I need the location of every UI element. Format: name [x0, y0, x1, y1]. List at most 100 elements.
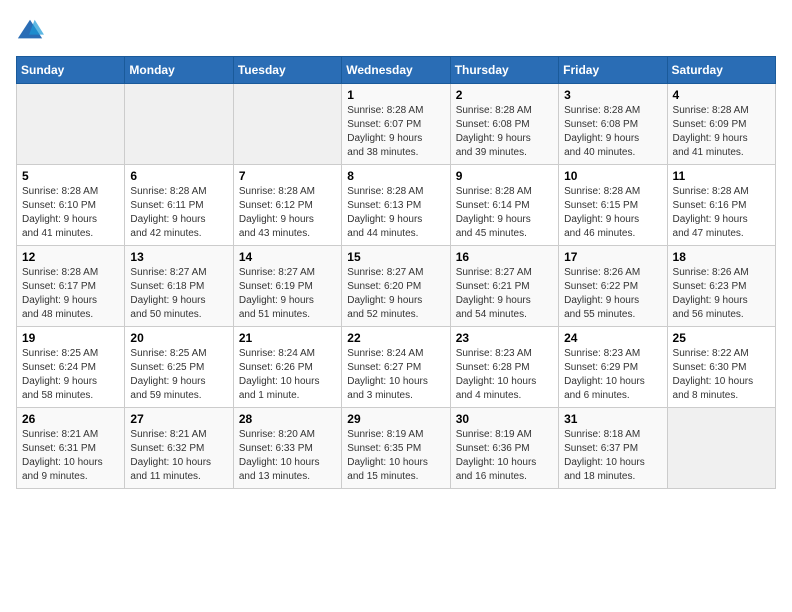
calendar-cell: 31 Sunrise: 8:18 AM Sunset: 6:37 PM Dayli…: [559, 408, 667, 489]
day-info: Sunrise: 8:27 AM Sunset: 6:18 PM Dayligh…: [130, 266, 227, 322]
calendar-week-row: 26 Sunrise: 8:21 AM Sunset: 6:31 PM Dayli…: [17, 408, 776, 489]
calendar-cell: 24 Sunrise: 8:23 AM Sunset: 6:29 PM Dayli…: [559, 327, 667, 408]
calendar-cell: 23 Sunrise: 8:23 AM Sunset: 6:28 PM Dayli…: [450, 327, 558, 408]
calendar-cell: 11 Sunrise: 8:28 AM Sunset: 6:16 PM Dayli…: [667, 165, 775, 246]
day-info: Sunrise: 8:28 AM Sunset: 6:11 PM Dayligh…: [130, 185, 227, 241]
day-info: Sunrise: 8:28 AM Sunset: 6:13 PM Dayligh…: [347, 185, 444, 241]
calendar-cell: [233, 84, 341, 165]
day-info: Sunrise: 8:19 AM Sunset: 6:36 PM Dayligh…: [456, 428, 553, 484]
day-number: 25: [673, 331, 770, 345]
day-number: 23: [456, 331, 553, 345]
day-number: 24: [564, 331, 661, 345]
day-info: Sunrise: 8:24 AM Sunset: 6:26 PM Dayligh…: [239, 347, 336, 403]
calendar-cell: 7 Sunrise: 8:28 AM Sunset: 6:12 PM Daylig…: [233, 165, 341, 246]
calendar-cell: 6 Sunrise: 8:28 AM Sunset: 6:11 PM Daylig…: [125, 165, 233, 246]
day-number: 31: [564, 412, 661, 426]
day-number: 4: [673, 88, 770, 102]
day-info: Sunrise: 8:28 AM Sunset: 6:09 PM Dayligh…: [673, 104, 770, 160]
day-info: Sunrise: 8:18 AM Sunset: 6:37 PM Dayligh…: [564, 428, 661, 484]
day-info: Sunrise: 8:28 AM Sunset: 6:14 PM Dayligh…: [456, 185, 553, 241]
page-header: [16, 16, 776, 44]
weekday-row: SundayMondayTuesdayWednesdayThursdayFrid…: [17, 57, 776, 84]
day-number: 6: [130, 169, 227, 183]
calendar-cell: 12 Sunrise: 8:28 AM Sunset: 6:17 PM Dayli…: [17, 246, 125, 327]
weekday-header: Saturday: [667, 57, 775, 84]
day-number: 17: [564, 250, 661, 264]
calendar-table: SundayMondayTuesdayWednesdayThursdayFrid…: [16, 56, 776, 489]
day-info: Sunrise: 8:24 AM Sunset: 6:27 PM Dayligh…: [347, 347, 444, 403]
day-number: 3: [564, 88, 661, 102]
calendar-cell: 18 Sunrise: 8:26 AM Sunset: 6:23 PM Dayli…: [667, 246, 775, 327]
day-number: 27: [130, 412, 227, 426]
weekday-header: Wednesday: [342, 57, 450, 84]
calendar-cell: 9 Sunrise: 8:28 AM Sunset: 6:14 PM Daylig…: [450, 165, 558, 246]
day-number: 7: [239, 169, 336, 183]
day-info: Sunrise: 8:25 AM Sunset: 6:25 PM Dayligh…: [130, 347, 227, 403]
calendar-cell: 4 Sunrise: 8:28 AM Sunset: 6:09 PM Daylig…: [667, 84, 775, 165]
calendar-cell: 19 Sunrise: 8:25 AM Sunset: 6:24 PM Dayli…: [17, 327, 125, 408]
weekday-header: Sunday: [17, 57, 125, 84]
day-number: 19: [22, 331, 119, 345]
logo: [16, 16, 48, 44]
calendar-week-row: 12 Sunrise: 8:28 AM Sunset: 6:17 PM Dayli…: [17, 246, 776, 327]
day-info: Sunrise: 8:28 AM Sunset: 6:15 PM Dayligh…: [564, 185, 661, 241]
day-number: 28: [239, 412, 336, 426]
calendar-cell: 26 Sunrise: 8:21 AM Sunset: 6:31 PM Dayli…: [17, 408, 125, 489]
calendar-cell: 5 Sunrise: 8:28 AM Sunset: 6:10 PM Daylig…: [17, 165, 125, 246]
day-info: Sunrise: 8:22 AM Sunset: 6:30 PM Dayligh…: [673, 347, 770, 403]
day-number: 14: [239, 250, 336, 264]
calendar-cell: [125, 84, 233, 165]
logo-icon: [16, 16, 44, 44]
day-info: Sunrise: 8:27 AM Sunset: 6:20 PM Dayligh…: [347, 266, 444, 322]
day-info: Sunrise: 8:28 AM Sunset: 6:07 PM Dayligh…: [347, 104, 444, 160]
day-info: Sunrise: 8:27 AM Sunset: 6:19 PM Dayligh…: [239, 266, 336, 322]
day-number: 21: [239, 331, 336, 345]
day-info: Sunrise: 8:28 AM Sunset: 6:12 PM Dayligh…: [239, 185, 336, 241]
day-info: Sunrise: 8:19 AM Sunset: 6:35 PM Dayligh…: [347, 428, 444, 484]
calendar-cell: 1 Sunrise: 8:28 AM Sunset: 6:07 PM Daylig…: [342, 84, 450, 165]
calendar-week-row: 5 Sunrise: 8:28 AM Sunset: 6:10 PM Daylig…: [17, 165, 776, 246]
day-info: Sunrise: 8:20 AM Sunset: 6:33 PM Dayligh…: [239, 428, 336, 484]
calendar-cell: 25 Sunrise: 8:22 AM Sunset: 6:30 PM Dayli…: [667, 327, 775, 408]
day-info: Sunrise: 8:28 AM Sunset: 6:17 PM Dayligh…: [22, 266, 119, 322]
day-info: Sunrise: 8:28 AM Sunset: 6:16 PM Dayligh…: [673, 185, 770, 241]
day-number: 5: [22, 169, 119, 183]
calendar-cell: 14 Sunrise: 8:27 AM Sunset: 6:19 PM Dayli…: [233, 246, 341, 327]
calendar-week-row: 19 Sunrise: 8:25 AM Sunset: 6:24 PM Dayli…: [17, 327, 776, 408]
day-info: Sunrise: 8:27 AM Sunset: 6:21 PM Dayligh…: [456, 266, 553, 322]
day-number: 8: [347, 169, 444, 183]
day-info: Sunrise: 8:26 AM Sunset: 6:23 PM Dayligh…: [673, 266, 770, 322]
day-number: 9: [456, 169, 553, 183]
day-info: Sunrise: 8:23 AM Sunset: 6:28 PM Dayligh…: [456, 347, 553, 403]
day-number: 18: [673, 250, 770, 264]
calendar-cell: 21 Sunrise: 8:24 AM Sunset: 6:26 PM Dayli…: [233, 327, 341, 408]
day-number: 16: [456, 250, 553, 264]
calendar-body: 1 Sunrise: 8:28 AM Sunset: 6:07 PM Daylig…: [17, 84, 776, 489]
calendar-cell: 3Sunrise: 8:28 AM Sunset: 6:08 PM Daylig…: [559, 84, 667, 165]
day-number: 12: [22, 250, 119, 264]
weekday-header: Thursday: [450, 57, 558, 84]
calendar-header: SundayMondayTuesdayWednesdayThursdayFrid…: [17, 57, 776, 84]
calendar-cell: 2Sunrise: 8:28 AM Sunset: 6:08 PM Daylig…: [450, 84, 558, 165]
day-number: 22: [347, 331, 444, 345]
calendar-cell: 22 Sunrise: 8:24 AM Sunset: 6:27 PM Dayli…: [342, 327, 450, 408]
day-number: 26: [22, 412, 119, 426]
day-info: Sunrise: 8:23 AM Sunset: 6:29 PM Dayligh…: [564, 347, 661, 403]
day-number: 15: [347, 250, 444, 264]
calendar-cell: 15 Sunrise: 8:27 AM Sunset: 6:20 PM Dayli…: [342, 246, 450, 327]
weekday-header: Monday: [125, 57, 233, 84]
calendar-cell: 27 Sunrise: 8:21 AM Sunset: 6:32 PM Dayli…: [125, 408, 233, 489]
day-number: 1: [347, 88, 444, 102]
calendar-cell: 13Sunrise: 8:27 AM Sunset: 6:18 PM Dayli…: [125, 246, 233, 327]
day-info: Sunrise: 8:28 AM Sunset: 6:10 PM Dayligh…: [22, 185, 119, 241]
day-info: Sunrise: 8:21 AM Sunset: 6:31 PM Dayligh…: [22, 428, 119, 484]
calendar-cell: 17Sunrise: 8:26 AM Sunset: 6:22 PM Dayli…: [559, 246, 667, 327]
day-number: 30: [456, 412, 553, 426]
calendar-cell: 16 Sunrise: 8:27 AM Sunset: 6:21 PM Dayli…: [450, 246, 558, 327]
calendar-cell: 28 Sunrise: 8:20 AM Sunset: 6:33 PM Dayli…: [233, 408, 341, 489]
calendar-week-row: 1 Sunrise: 8:28 AM Sunset: 6:07 PM Daylig…: [17, 84, 776, 165]
day-number: 11: [673, 169, 770, 183]
day-info: Sunrise: 8:21 AM Sunset: 6:32 PM Dayligh…: [130, 428, 227, 484]
day-info: Sunrise: 8:25 AM Sunset: 6:24 PM Dayligh…: [22, 347, 119, 403]
day-number: 2: [456, 88, 553, 102]
